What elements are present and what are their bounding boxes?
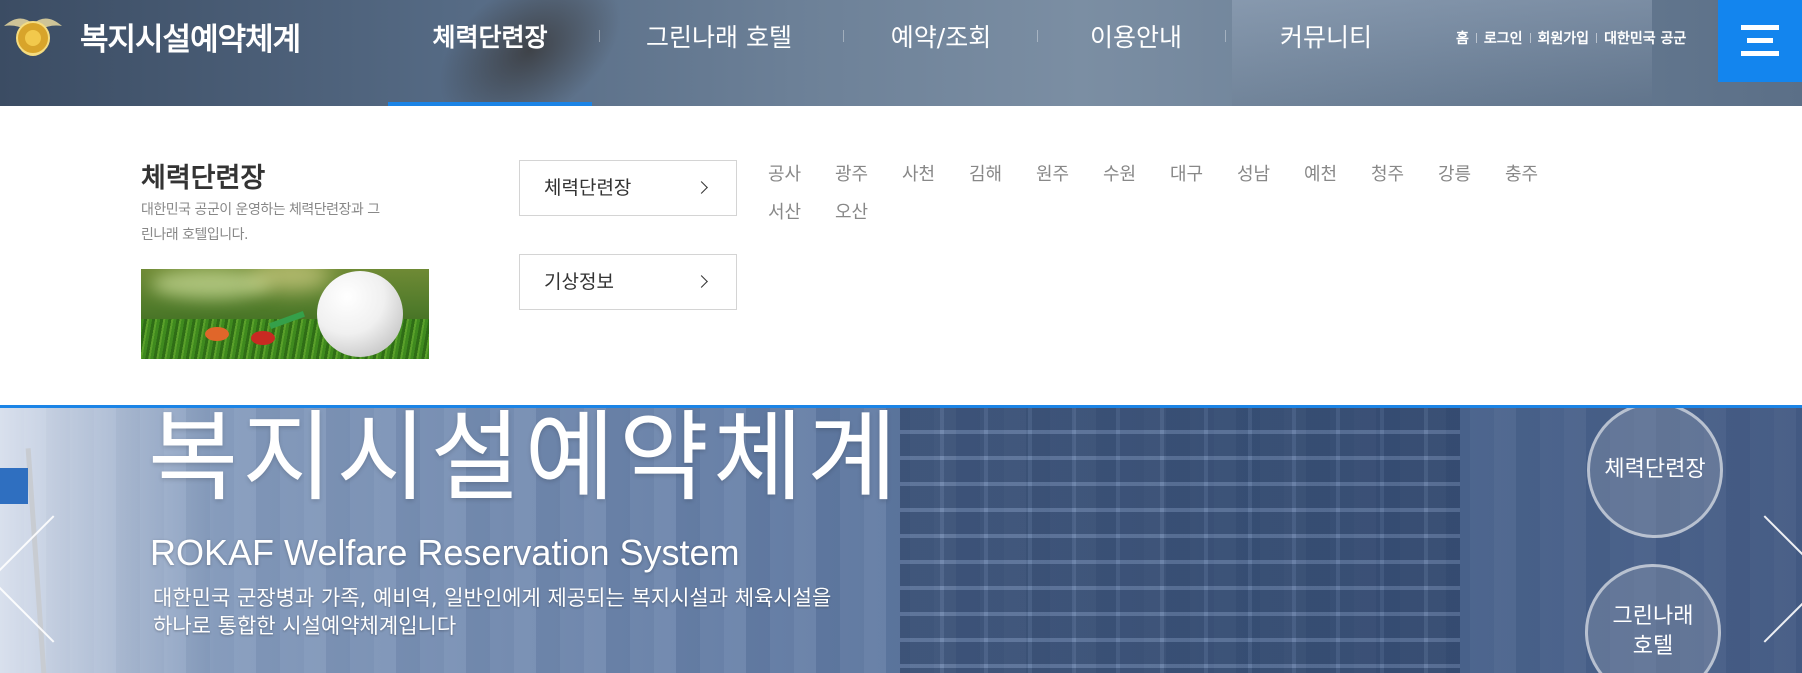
mega-menu-dropdown: 체력단련장 대한민국 공군이 운영하는 체력단련장과 그린나래 호텔입니다. 체… xyxy=(0,106,1802,408)
util-link-login[interactable]: 로그인 xyxy=(1484,28,1523,48)
location-link-gangneung[interactable]: 강릉 xyxy=(1438,160,1505,198)
location-link-gimhae[interactable]: 김해 xyxy=(969,160,1036,198)
flag-image xyxy=(0,468,28,504)
building-background xyxy=(900,408,1460,673)
gnb-divider xyxy=(1225,30,1226,42)
util-divider xyxy=(1475,33,1477,43)
util-link-home[interactable]: 홈 xyxy=(1456,28,1469,48)
golf-ball-image xyxy=(141,269,429,359)
fitness-menu-button[interactable]: 체력단련장 xyxy=(519,160,737,216)
weather-menu-button[interactable]: 기상정보 xyxy=(519,254,737,310)
util-divider xyxy=(1529,33,1531,43)
hero-description: 대한민국 군장병과 가족, 예비역, 일반인에게 제공되는 복지시설과 체육시설… xyxy=(153,584,831,640)
location-link-sacheon[interactable]: 사천 xyxy=(902,160,969,198)
location-link-daegu[interactable]: 대구 xyxy=(1170,160,1237,198)
location-link-cheongju[interactable]: 청주 xyxy=(1371,160,1438,198)
gnb-item-fitness[interactable]: 체력단련장 xyxy=(388,0,592,106)
hero-description-line: 하나로 통합한 시설예약체계입니다 xyxy=(153,614,457,638)
util-link-signup[interactable]: 회원가입 xyxy=(1538,28,1590,48)
chevron-right-icon xyxy=(695,181,708,194)
utility-links: 홈 로그인 회원가입 대한민국 공군 xyxy=(1456,28,1686,48)
gnb-item-greennarae-hotel[interactable]: 그린나래 호텔 xyxy=(592,0,846,106)
gnb-divider xyxy=(599,30,600,42)
hamburger-menu-icon xyxy=(1741,25,1779,56)
chevron-right-icon xyxy=(695,275,708,288)
all-menu-button[interactable] xyxy=(1718,0,1802,82)
location-link-suwon[interactable]: 수원 xyxy=(1103,160,1170,198)
location-link-yecheon[interactable]: 예천 xyxy=(1304,160,1371,198)
top-header: 복지시설예약체계 체력단련장 그린나래 호텔 예약/조회 이용안내 커뮤니티 홈… xyxy=(0,0,1802,106)
hero-title-english: ROKAF Welfare Reservation System xyxy=(150,532,740,573)
gnb-divider xyxy=(1037,30,1038,42)
hero-banner: 복지시설예약체계 ROKAF Welfare Reservation Syste… xyxy=(0,408,1802,673)
location-link-chungju[interactable]: 충주 xyxy=(1505,160,1572,198)
gnb-divider xyxy=(843,30,844,42)
air-force-emblem-icon[interactable] xyxy=(0,6,66,60)
location-link-wonju[interactable]: 원주 xyxy=(1036,160,1103,198)
site-title[interactable]: 복지시설예약체계 xyxy=(80,14,301,59)
fitness-menu-label: 체력단련장 xyxy=(544,177,632,199)
location-link-seongnam[interactable]: 성남 xyxy=(1237,160,1304,198)
hero-title-korean: 복지시설예약체계 xyxy=(148,408,902,515)
weather-menu-label: 기상정보 xyxy=(544,271,614,293)
hero-description-line: 대한민국 군장병과 가족, 예비역, 일반인에게 제공되는 복지시설과 체육시설… xyxy=(153,586,832,610)
location-link-seosan[interactable]: 서산 xyxy=(768,198,835,236)
gnb-item-community[interactable]: 커뮤니티 xyxy=(1236,0,1416,106)
dropdown-description: 대한민국 공군이 운영하는 체력단련장과 그린나래 호텔입니다. xyxy=(141,202,380,243)
dropdown-title: 체력단련장 xyxy=(141,163,266,194)
chevron-left-icon[interactable] xyxy=(0,515,117,643)
location-link-osan[interactable]: 오산 xyxy=(835,198,902,236)
gnb-item-guide[interactable]: 이용안내 xyxy=(1036,0,1236,106)
location-list: 공사 광주 사천 김해 원주 수원 대구 성남 예천 청주 강릉 충주 서산 오… xyxy=(768,160,1628,236)
location-link-gongsa[interactable]: 공사 xyxy=(768,160,835,198)
quick-link-greennarae-hotel[interactable]: 그린나래 호텔 xyxy=(1585,564,1721,673)
location-link-gwangju[interactable]: 광주 xyxy=(835,160,902,198)
gnb-item-reservation[interactable]: 예약/조회 xyxy=(846,0,1036,106)
util-divider xyxy=(1596,33,1598,43)
util-link-rokaf[interactable]: 대한민국 공군 xyxy=(1604,28,1686,48)
quick-link-fitness[interactable]: 체력단련장 xyxy=(1587,408,1723,538)
global-navigation: 체력단련장 그린나래 호텔 예약/조회 이용안내 커뮤니티 xyxy=(388,0,1416,106)
